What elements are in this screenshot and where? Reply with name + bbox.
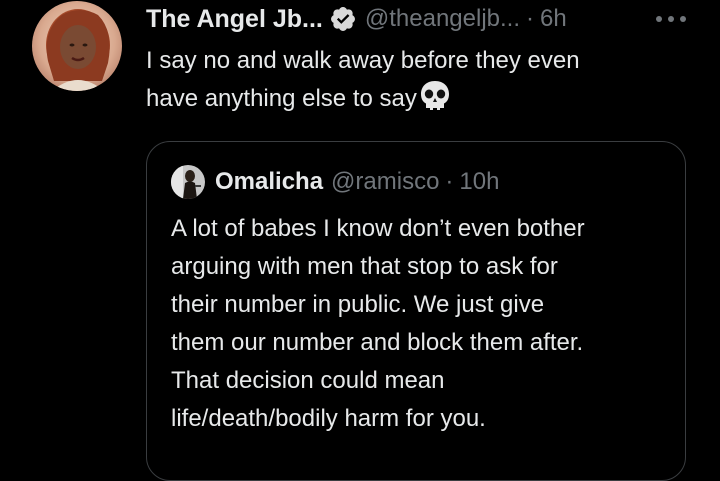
quoted-tweet-timestamp: 10h xyxy=(459,168,500,195)
quoted-author-display-name: Omalicha xyxy=(215,168,324,195)
author-handle[interactable]: @theangeljb... xyxy=(365,5,520,33)
quoted-text-line: life/death/bodily harm for you. xyxy=(171,405,486,432)
tweet-timestamp[interactable]: 6h xyxy=(540,5,567,33)
separator-dot: · xyxy=(526,5,535,32)
quoted-text-line: them our number and block them after. xyxy=(171,329,584,356)
profile-photo-icon xyxy=(32,1,122,91)
tweet-text-line: I say no and walk away before they even xyxy=(146,47,580,74)
skull-emoji-icon xyxy=(418,79,452,113)
tweet[interactable]: The Angel Jb... @theangeljb... · 6h I sa… xyxy=(0,0,720,481)
tweet-text: I say no and walk away before they even … xyxy=(146,42,686,117)
author-avatar[interactable] xyxy=(32,1,122,91)
quoted-text-line: arguing with men that stop to ask for xyxy=(171,253,558,280)
quoted-tweet-card[interactable]: Omalicha @ramisco · 10h A lot of babes I… xyxy=(146,141,686,481)
quoted-text-line: A lot of babes I know don’t even bother xyxy=(171,215,585,242)
quoted-author-handle: @ramisco xyxy=(331,168,440,195)
author-display-name[interactable]: The Angel Jb... xyxy=(146,5,323,34)
profile-photo-icon xyxy=(171,165,205,199)
quoted-tweet-header: Omalicha @ramisco · 10h xyxy=(171,164,499,200)
verified-badge-icon xyxy=(329,5,357,33)
quoted-text-line: their number in public. We just give xyxy=(171,291,545,318)
separator-dot: · xyxy=(445,168,454,195)
more-options-icon[interactable] xyxy=(652,8,690,30)
quoted-text-line: That decision could mean xyxy=(171,367,445,394)
quoted-author-avatar[interactable] xyxy=(171,165,205,199)
tweet-header: The Angel Jb... @theangeljb... · 6h xyxy=(146,2,567,36)
tweet-text-line: have anything else to say xyxy=(146,79,686,117)
quoted-tweet-text: A lot of babes I know don’t even bother … xyxy=(171,210,671,438)
tweet-text-line-content: have anything else to say xyxy=(146,85,417,112)
